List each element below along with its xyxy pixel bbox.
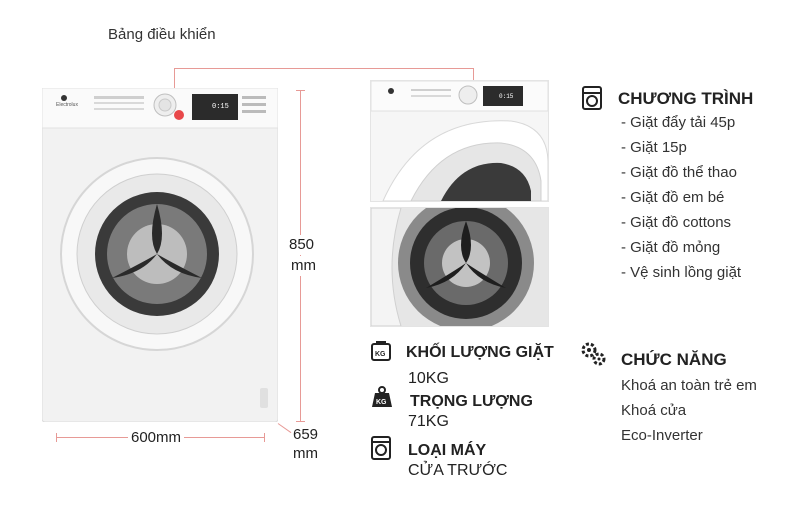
height-value: 850: [289, 235, 315, 255]
feature-item: Eco-Inverter: [621, 427, 703, 444]
weight-value: 71KG: [408, 413, 449, 430]
top-view-photo: 0:15: [370, 80, 549, 202]
svg-text:KG: KG: [375, 351, 386, 358]
weight-label: TRỌNG LƯỢNG: [410, 393, 533, 410]
feature-item: Khoá an toàn trẻ em: [621, 377, 757, 394]
control-panel-label: Bảng điều khiển: [108, 26, 216, 43]
programs-title: CHƯƠNG TRÌNH: [618, 89, 754, 108]
connector-line-horizontal: [174, 68, 474, 69]
settings-gear-icon: [578, 338, 608, 368]
depth-dimension-line: [277, 423, 292, 434]
program-item: - Vệ sinh lồng giặt: [621, 264, 742, 281]
svg-text:0:15: 0:15: [212, 103, 229, 111]
features-title: CHỨC NĂNG: [621, 350, 727, 369]
program-item: - Giặt 15p: [621, 139, 687, 156]
machine-type-value: CỬA TRƯỚC: [408, 462, 508, 479]
features-list: Khoá an toàn trẻ em Khoá cửa Eco-Inverte…: [621, 373, 757, 448]
height-unit: mm: [291, 256, 316, 276]
weight-capacity-label: KHỐI LƯỢNG GIẶT: [406, 344, 554, 361]
svg-text:KG: KG: [376, 399, 387, 406]
width-tick-left: [56, 433, 57, 442]
svg-text:Electrolux: Electrolux: [56, 102, 78, 108]
width-value: 600mm: [128, 428, 185, 448]
feature-item: Khoá cửa: [621, 402, 687, 419]
washing-machine-icon: [581, 85, 603, 111]
laundry-basket-icon: KG: [370, 340, 392, 362]
program-item: - Giặt đồ mỏng: [621, 239, 721, 256]
svg-text:0:15: 0:15: [499, 93, 514, 100]
weight-capacity-value: 10KG: [408, 370, 449, 387]
depth-unit: mm: [293, 445, 318, 462]
depth-value: 659: [293, 426, 319, 443]
height-tick-top: [296, 90, 305, 91]
front-load-washer-icon: [370, 436, 392, 460]
program-item: - Giặt đồ thể thao: [621, 164, 737, 181]
width-tick-right: [264, 433, 265, 442]
machine-type-label: LOẠI MÁY: [408, 442, 487, 459]
programs-list: - Giặt đẩy tải 45p - Giặt 15p - Giặt đồ …: [621, 110, 741, 285]
drum-closeup-photo: [370, 195, 549, 331]
program-item: - Giặt đồ cottons: [621, 214, 732, 231]
washing-machine-image: Electrolux 0:15: [41, 87, 279, 423]
program-item: - Giặt đẩy tải 45p: [621, 114, 736, 131]
program-item: - Giặt đồ em bé: [621, 189, 725, 206]
weight-icon: KG: [370, 385, 394, 409]
height-tick-bottom: [296, 421, 305, 422]
